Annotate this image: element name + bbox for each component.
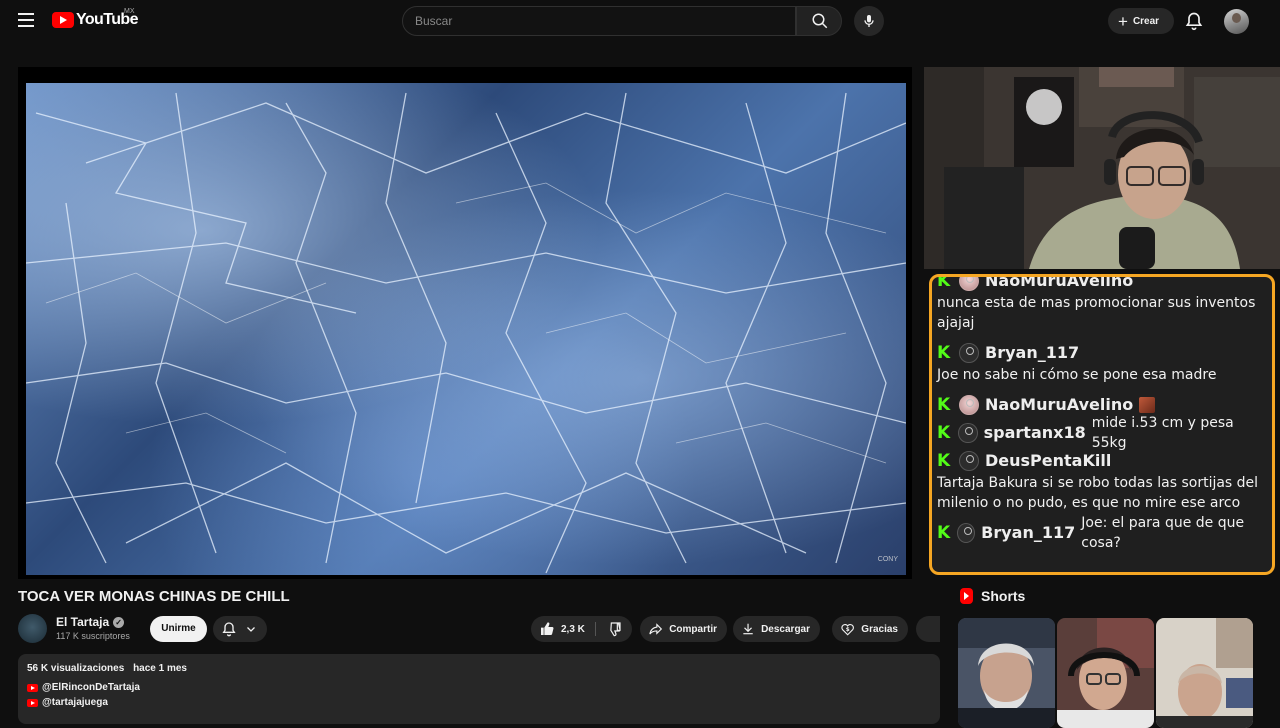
- youtube-icon: [27, 683, 38, 692]
- more-actions-button[interactable]: [916, 616, 940, 642]
- kick-badge-icon: K: [937, 451, 951, 471]
- country-code: MX: [124, 8, 135, 15]
- share-label: Compartir: [669, 623, 717, 635]
- user-avatar-icon: [958, 423, 978, 443]
- shorts-icon: [960, 588, 973, 604]
- search-icon: [812, 13, 828, 29]
- kick-badge-icon: K: [937, 395, 951, 415]
- like-count: 2,3 K: [561, 623, 585, 635]
- join-button[interactable]: Unirme: [150, 616, 207, 642]
- channel-link[interactable]: @ElRinconDeTartaja: [27, 682, 931, 693]
- chevron-down-icon: [247, 627, 255, 632]
- user-avatar-icon: [957, 523, 976, 543]
- divider: [595, 622, 596, 636]
- short-thumbnail-image: [1156, 618, 1253, 728]
- download-label: Descargar: [761, 623, 810, 635]
- youtube-icon: [27, 698, 38, 707]
- kick-badge-icon: K: [937, 343, 951, 363]
- chat-message: K NaoMuruAvelino nunca esta de mas promo…: [937, 274, 1266, 333]
- like-button[interactable]: 2,3 K: [531, 616, 595, 642]
- short-thumbnail[interactable]: [1156, 618, 1253, 728]
- svg-text:$: $: [846, 627, 850, 633]
- thanks-button[interactable]: $ Gracias: [832, 616, 908, 642]
- video-frame: CONY: [26, 83, 906, 575]
- channel-link-text: @tartajajuega: [42, 697, 108, 708]
- thumbs-down-icon: [610, 622, 621, 637]
- user-avatar-icon: [959, 343, 979, 363]
- thumbs-up-icon: [541, 622, 554, 635]
- top-bar: YouTube MX + Crear: [0, 0, 1280, 42]
- chat-message: K spartanx18 mide i.53 cm y pesa 55kg: [937, 415, 1266, 451]
- search-input[interactable]: [402, 6, 796, 36]
- verified-check-icon: ✓: [113, 616, 125, 628]
- webcam-overlay: [924, 67, 1280, 269]
- short-thumbnail[interactable]: [958, 618, 1055, 728]
- dislike-button[interactable]: [597, 616, 632, 642]
- lightning-texture: [26, 92, 906, 574]
- channel-name[interactable]: El Tartaja ✓: [56, 615, 125, 629]
- share-icon: [649, 623, 663, 635]
- chat-username: NaoMuruAvelino: [985, 274, 1134, 290]
- short-thumbnail[interactable]: [1057, 618, 1154, 728]
- menu-icon[interactable]: [18, 13, 34, 27]
- chat-username: spartanx18: [983, 423, 1086, 442]
- youtube-play-icon: [52, 12, 74, 28]
- description-box[interactable]: 56 K visualizaciones hace 1 mes @ElRinco…: [18, 654, 940, 724]
- chat-list: K NaoMuruAvelino nunca esta de mas promo…: [937, 274, 1266, 553]
- chat-message: K Bryan_117 Joe: el para que de que cosa…: [937, 515, 1266, 551]
- kick-badge-icon: K: [937, 523, 951, 543]
- bell-icon: [222, 622, 236, 637]
- user-avatar-icon: [959, 395, 979, 415]
- bell-icon: [1185, 12, 1203, 31]
- like-dislike-group: 2,3 K: [531, 616, 632, 642]
- chat-text: mide i.53 cm y pesa 55kg: [1091, 415, 1234, 451]
- streamer-webcam-image: [924, 67, 1280, 269]
- subscription-bell-button[interactable]: [213, 616, 267, 642]
- kick-badge-icon: K: [937, 274, 951, 291]
- chat-message: K Bryan_117 Joe no sabe ni cómo se pone …: [937, 341, 1266, 385]
- search-button[interactable]: [796, 6, 842, 36]
- video-player[interactable]: CONY: [18, 67, 912, 579]
- video-watermark: CONY: [877, 556, 898, 563]
- thanks-label: Gracias: [861, 623, 898, 635]
- chat-username: NaoMuruAvelino: [985, 395, 1134, 414]
- account-avatar[interactable]: [1224, 9, 1249, 34]
- channel-name-text: El Tartaja: [56, 615, 110, 629]
- create-label: Crear: [1132, 15, 1160, 27]
- chat-message: K DeusPentaKill Tartaja Bakura si se rob…: [937, 449, 1266, 513]
- chat-username: Bryan_117: [981, 523, 1076, 542]
- short-thumbnail-image: [1057, 618, 1154, 728]
- channel-link[interactable]: @tartajajuega: [27, 697, 931, 708]
- user-avatar-icon: [959, 277, 979, 291]
- channel-avatar[interactable]: [18, 614, 47, 643]
- plus-icon: +: [1118, 11, 1128, 31]
- mic-icon: [864, 15, 874, 27]
- voice-search-button[interactable]: [854, 6, 884, 36]
- shorts-title: Shorts: [981, 588, 1026, 604]
- notifications-button[interactable]: [1184, 11, 1204, 31]
- heart-dollar-icon: $: [841, 623, 854, 636]
- chat-text: Joe no sabe ni cómo se pone esa madre: [937, 367, 1217, 383]
- share-button[interactable]: Compartir: [640, 616, 727, 642]
- video-meta: 56 K visualizaciones hace 1 mes: [27, 663, 931, 674]
- shorts-heading: Shorts: [960, 588, 1025, 604]
- user-avatar-icon: [959, 451, 979, 471]
- subscriber-count: 117 K suscriptores: [56, 631, 130, 641]
- chat-username: DeusPentaKill: [985, 451, 1112, 470]
- view-count: 56 K visualizaciones: [27, 663, 125, 674]
- create-button[interactable]: + Crear: [1108, 8, 1174, 34]
- video-title: TOCA VER MONAS CHINAS DE CHILL: [18, 588, 290, 605]
- download-icon: [743, 623, 753, 635]
- short-thumbnail-image: [958, 618, 1055, 728]
- download-button[interactable]: Descargar: [733, 616, 820, 642]
- emote-icon: [1139, 397, 1156, 413]
- chat-text: nunca esta de mas promocionar sus invent…: [937, 295, 1256, 331]
- channel-link-text: @ElRinconDeTartaja: [42, 682, 140, 693]
- chat-username: Bryan_117: [985, 343, 1080, 362]
- live-chat-overlay: K NaoMuruAvelino nunca esta de mas promo…: [929, 274, 1275, 575]
- chat-text: Tartaja Bakura si se robo todas las sort…: [937, 475, 1259, 511]
- upload-date: hace 1 mes: [133, 663, 187, 674]
- kick-badge-icon: K: [937, 423, 951, 443]
- chat-text: Joe: el para que de que cosa?: [1081, 515, 1245, 551]
